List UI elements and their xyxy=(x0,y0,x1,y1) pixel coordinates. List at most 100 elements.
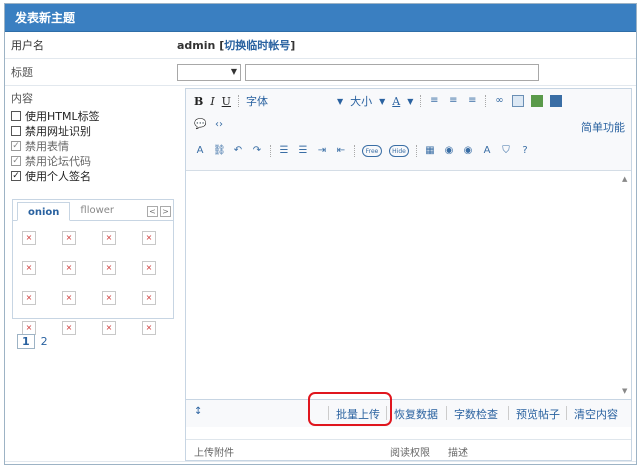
smiley-image[interactable]: × xyxy=(142,261,156,275)
content-options-panel: 内容 使用HTML标签 禁用网址识别 ✓ 禁用表情 ✓ 禁用论坛代码 ✓ 使用个人签名… xyxy=(5,86,177,461)
editor-text-area[interactable] xyxy=(186,171,631,399)
size-dropdown[interactable]: 大小 xyxy=(350,93,372,109)
scroll-up-icon[interactable]: ▲ xyxy=(622,175,627,183)
editor-toolbar: B I U 字体 ▼ 大小 ▼ A ▼ ≡ ≡ ≡ ∞ 💬 ‹› 简单功能 A … xyxy=(186,89,631,171)
bottom-separator xyxy=(446,406,447,420)
smiley-image[interactable]: × xyxy=(102,261,116,275)
image-icon[interactable] xyxy=(512,95,525,107)
content-label: 内容 xyxy=(11,92,33,105)
word-count-button[interactable]: 字数检查 xyxy=(454,406,498,422)
option-html[interactable]: 使用HTML标签 xyxy=(11,108,171,123)
bottom-separator xyxy=(566,406,567,420)
option-disable-smilies: ✓ 禁用表情 xyxy=(11,139,69,153)
smilies-tabs: onion fllower < > xyxy=(13,200,173,221)
smiley-image[interactable]: × xyxy=(22,321,36,335)
flash-icon[interactable] xyxy=(531,95,544,107)
username: admin xyxy=(177,39,216,52)
batch-upload-button[interactable]: 批量上传 xyxy=(336,406,380,422)
unordered-list-icon[interactable]: ☰ xyxy=(297,145,309,157)
content-row: 内容 使用HTML标签 禁用网址识别 ✓ 禁用表情 ✓ 禁用论坛代码 ✓ 使用个人签名… xyxy=(5,86,636,462)
clear-content-button[interactable]: 清空内容 xyxy=(574,406,618,422)
post-form: 发表新主题 用户名 admin [切换临时帐号] 标题 ▼ 内容 使用HTML标… xyxy=(4,3,637,465)
bold-button[interactable]: B xyxy=(194,95,203,108)
resize-editor-icon[interactable]: ↕ xyxy=(194,406,202,417)
restore-data-button[interactable]: 恢复数据 xyxy=(394,406,438,422)
outdent-icon[interactable]: ⇤ xyxy=(335,145,347,157)
smiley-image[interactable]: × xyxy=(22,261,36,275)
smilies-page-1[interactable]: 1 xyxy=(17,334,35,349)
smilies-tab-onion[interactable]: onion xyxy=(17,202,71,221)
video-icon[interactable]: ◉ xyxy=(462,145,474,157)
smiley-image[interactable]: × xyxy=(142,321,156,335)
username-label: 用户名 xyxy=(11,39,44,52)
undo-icon[interactable]: ↶ xyxy=(232,145,244,157)
option-disable-bbcode: ✓ 禁用论坛代码 xyxy=(11,154,91,168)
subject-input[interactable] xyxy=(245,63,539,81)
size-dropdown-arrow-icon[interactable]: ▼ xyxy=(379,97,385,106)
unlink-icon[interactable]: ⛓ xyxy=(213,145,226,157)
hide-tag-icon[interactable]: Hide xyxy=(389,145,409,157)
smiley-image[interactable]: × xyxy=(22,231,36,245)
smiley-image[interactable]: × xyxy=(142,231,156,245)
smiley-image[interactable]: × xyxy=(62,261,76,275)
scroll-down-icon[interactable]: ▼ xyxy=(622,387,627,395)
preview-button[interactable]: 预览帖子 xyxy=(516,406,560,422)
toolbar-row-1: B I U 字体 ▼ 大小 ▼ A ▼ ≡ ≡ ≡ ∞ xyxy=(194,93,563,109)
smiley-image[interactable]: × xyxy=(62,231,76,245)
checkbox-disable-bbcode: ✓ xyxy=(11,155,21,166)
remove-format-icon[interactable]: A xyxy=(194,145,206,157)
font-dropdown[interactable]: 字体 xyxy=(246,93,330,109)
font-style-icon[interactable]: A xyxy=(481,145,493,157)
redo-icon[interactable]: ↷ xyxy=(251,145,263,157)
font-color-arrow-icon[interactable]: ▼ xyxy=(407,97,413,106)
checkbox-disable-url[interactable] xyxy=(11,125,21,136)
chevron-right-icon[interactable]: > xyxy=(160,206,171,217)
editor-scrollbar[interactable]: ▲ ▼ xyxy=(619,171,631,399)
chevron-left-icon[interactable]: < xyxy=(147,206,158,217)
smiley-image[interactable]: × xyxy=(62,321,76,335)
toolbar-separator xyxy=(485,95,487,107)
option-signature[interactable]: ✓ 使用个人签名 xyxy=(11,168,171,183)
code-icon[interactable]: ‹› xyxy=(213,119,225,131)
ordered-list-icon[interactable]: ☰ xyxy=(278,145,290,157)
underline-button[interactable]: U xyxy=(222,95,231,108)
smiley-image[interactable]: × xyxy=(102,231,116,245)
simple-mode-link[interactable]: 简单功能 xyxy=(581,119,625,135)
table-icon[interactable]: ▦ xyxy=(424,145,436,157)
smiley-image[interactable]: × xyxy=(142,291,156,305)
toolbar-separator xyxy=(270,145,271,157)
smiley-image[interactable]: × xyxy=(102,321,116,335)
smilies-panel: onion fllower < > × × × × × × × × × × × × × × × × xyxy=(12,199,174,335)
switch-account-link[interactable]: 切换临时帐号 xyxy=(224,39,290,52)
media-icon[interactable] xyxy=(550,95,563,107)
indent-icon[interactable]: ⇥ xyxy=(316,145,328,157)
smilies-page-2[interactable]: 2 xyxy=(41,335,48,348)
checkbox-html[interactable] xyxy=(11,110,21,121)
thread-type-select[interactable]: ▼ xyxy=(177,63,241,81)
italic-button[interactable]: I xyxy=(210,95,214,108)
upload-attachment-label[interactable]: 上传附件 xyxy=(194,444,234,459)
smilies-tab-fllower[interactable]: fllower xyxy=(70,201,124,220)
font-color-button[interactable]: A xyxy=(392,95,400,108)
dropdown-arrow-icon: ▼ xyxy=(230,66,237,76)
description-label: 描述 xyxy=(448,448,468,459)
quote-icon[interactable]: 💬 xyxy=(194,119,206,131)
subject-label: 标题 xyxy=(11,66,33,79)
smiley-image[interactable]: × xyxy=(62,291,76,305)
font-dropdown-arrow-icon[interactable]: ▼ xyxy=(337,97,343,106)
smiley-image[interactable]: × xyxy=(102,291,116,305)
smiley-image[interactable]: × xyxy=(22,291,36,305)
smilies-nav: < > xyxy=(147,206,171,217)
align-center-icon[interactable]: ≡ xyxy=(447,95,459,107)
audio-icon[interactable]: ◉ xyxy=(443,145,455,157)
link-icon[interactable]: ∞ xyxy=(493,95,505,107)
subject-fields: ▼ xyxy=(177,63,636,81)
read-permission-label: 阅读权限 xyxy=(390,448,430,459)
align-right-icon[interactable]: ≡ xyxy=(466,95,478,107)
help-icon[interactable]: ? xyxy=(519,145,531,157)
shield-icon[interactable]: ⛉ xyxy=(500,145,512,157)
option-disable-url[interactable]: 禁用网址识别 xyxy=(11,123,171,138)
align-left-icon[interactable]: ≡ xyxy=(428,95,440,107)
free-tag-icon[interactable]: Free xyxy=(362,145,382,157)
checkbox-signature[interactable]: ✓ xyxy=(11,170,21,181)
